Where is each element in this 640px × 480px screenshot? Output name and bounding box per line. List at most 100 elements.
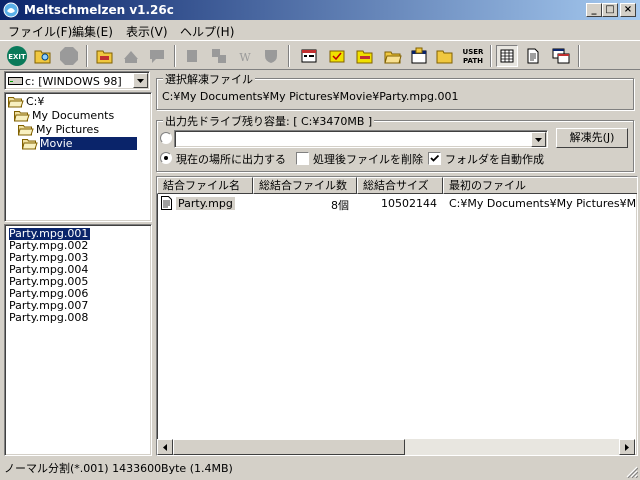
chevron-down-icon (535, 137, 542, 142)
menu-file[interactable]: ファイル(F) (8, 23, 72, 40)
option-auto-folder[interactable]: フォルダを自動作成 (428, 151, 552, 166)
user-path-icon: USER PATH (463, 48, 485, 65)
w-icon: W (239, 51, 251, 64)
output-path-combo[interactable] (174, 130, 548, 148)
folder-tree[interactable]: C:¥ My Documents My Pictures Movie (4, 92, 152, 222)
menu-edit[interactable]: 編集(E) (72, 23, 113, 40)
tmp-folder-icon (356, 50, 373, 64)
column-header-count[interactable]: 総結合ファイル数 (253, 177, 357, 194)
split-button[interactable] (120, 45, 142, 67)
file-list-item[interactable]: Party.mpg.008 (9, 312, 88, 324)
scroll-right-button[interactable] (619, 439, 635, 455)
toolbar-separator (288, 45, 290, 67)
tmp-button[interactable] (354, 45, 376, 67)
exit-button[interactable]: EXIT (6, 45, 28, 67)
window-list-button[interactable] (550, 45, 572, 67)
open-folder-icon (22, 139, 38, 150)
toolbar-separator (174, 45, 176, 67)
toolbar-separator (490, 45, 492, 67)
current-location-label: 現在の場所に出力する (176, 153, 286, 166)
resize-grip-icon[interactable] (626, 466, 638, 478)
join-button[interactable] (208, 45, 230, 67)
selected-file-group-title: 選択解凍ファイル (163, 71, 255, 87)
maximize-button[interactable]: □ (602, 3, 618, 17)
output-path-radio[interactable] (160, 132, 172, 144)
option-delete-after[interactable]: 処理後ファイルを削除 (296, 151, 424, 166)
row-total-size: 10502144 (381, 197, 437, 210)
comment-button[interactable] (146, 45, 168, 67)
archive-icon (329, 50, 345, 63)
auto-folder-label: フォルダを自動作成 (445, 153, 544, 166)
tree-item-label: My Pictures (36, 123, 100, 136)
open-button[interactable] (32, 45, 54, 67)
column-header-name[interactable]: 結合ファイル名 (157, 177, 253, 194)
title-bar: Meltschmelzen v1.26c _ □ × (0, 0, 640, 20)
settings-button[interactable] (298, 45, 320, 67)
tree-item-label: My Documents (32, 109, 115, 122)
tree-item-label: C:¥ (26, 95, 45, 108)
shield-button[interactable] (260, 45, 282, 67)
joined-files-table[interactable]: 結合ファイル名 総結合ファイル数 総結合サイズ 最初のファイル Party.mp… (156, 176, 638, 456)
open-folder-icon (18, 125, 34, 136)
window-icon (411, 47, 427, 64)
w-label: W (239, 51, 251, 64)
column-header-size[interactable]: 総結合サイズ (357, 177, 443, 194)
view-button[interactable] (408, 45, 430, 67)
toolbar-separator (86, 45, 88, 67)
radio-dot-icon (164, 156, 168, 160)
delete-after-checkbox[interactable] (296, 152, 309, 165)
output-dropdown-button[interactable] (531, 132, 546, 147)
open-folder-icon (14, 111, 30, 122)
row-file-count: 8個 (331, 199, 349, 212)
drive-select[interactable]: c: [WINDOWS 98] (4, 71, 150, 90)
stop-button[interactable] (58, 45, 80, 67)
menu-help[interactable]: ヘルプ(H) (180, 23, 234, 40)
folder-yellow-button[interactable] (434, 45, 456, 67)
list-view-button[interactable] (496, 45, 518, 67)
window-title: Meltschmelzen v1.26c (24, 3, 174, 17)
document-icon (527, 48, 539, 64)
w-button[interactable]: W (234, 45, 256, 67)
join-icon (212, 49, 226, 63)
document-button[interactable] (522, 45, 544, 67)
extract-to-button[interactable]: 解凍先(J) (556, 128, 628, 148)
open-folder-icon (8, 97, 24, 108)
yellow-folder-icon (436, 50, 453, 64)
check-icon (430, 154, 440, 162)
option-current-location[interactable]: 現在の場所に出力する (160, 151, 292, 166)
comment-icon (150, 50, 164, 63)
drive-dropdown-button[interactable] (133, 73, 148, 88)
output-group-title: 出力先ドライブ残り容量: [ C:¥3470MB ] (163, 113, 375, 129)
stop-icon (60, 47, 78, 65)
menu-view[interactable]: 表示(V) (126, 23, 168, 40)
minimize-button[interactable]: _ (586, 3, 602, 17)
horizontal-scrollbar[interactable] (157, 439, 635, 455)
current-location-radio[interactable] (160, 152, 172, 164)
status-text: ノーマル分割(*.001) 1433600Byte (1.4MB) (4, 462, 233, 475)
auto-folder-checkbox[interactable] (428, 152, 441, 165)
folder-button[interactable] (94, 45, 116, 67)
menu-bar: ファイル(F) 編集(E) 表示(V) ヘルプ(H) (0, 20, 640, 40)
status-bar: ノーマル分割(*.001) 1433600Byte (1.4MB) (0, 458, 640, 480)
delete-after-label: 処理後ファイルを削除 (313, 153, 423, 166)
column-header-first[interactable]: 最初のファイル (443, 177, 637, 194)
scroll-left-button[interactable] (157, 439, 173, 455)
copy-button[interactable] (182, 45, 204, 67)
tree-item-label: Movie (40, 137, 137, 150)
page-icon (187, 50, 197, 62)
folder-search-icon (34, 50, 51, 64)
extract-to-label: 解凍先(J) (569, 131, 615, 144)
selected-file-path: C:¥My Documents¥My Pictures¥Movie¥Party.… (162, 90, 459, 103)
file-list[interactable]: Party.mpg.001 Party.mpg.002 Party.mpg.00… (4, 224, 152, 456)
maximize-icon: □ (605, 4, 615, 15)
minimize-icon: _ (591, 4, 597, 15)
toolbar: EXIT W USER PATH (0, 40, 640, 70)
user-path-button[interactable]: USER PATH (460, 45, 486, 67)
folder-icon (96, 50, 113, 64)
close-icon: × (623, 4, 633, 15)
open-folder-button[interactable] (382, 45, 404, 67)
close-button[interactable]: × (620, 3, 636, 17)
archive-button[interactable] (326, 45, 348, 67)
scroll-thumb[interactable] (173, 439, 405, 455)
file-icon (161, 196, 172, 210)
